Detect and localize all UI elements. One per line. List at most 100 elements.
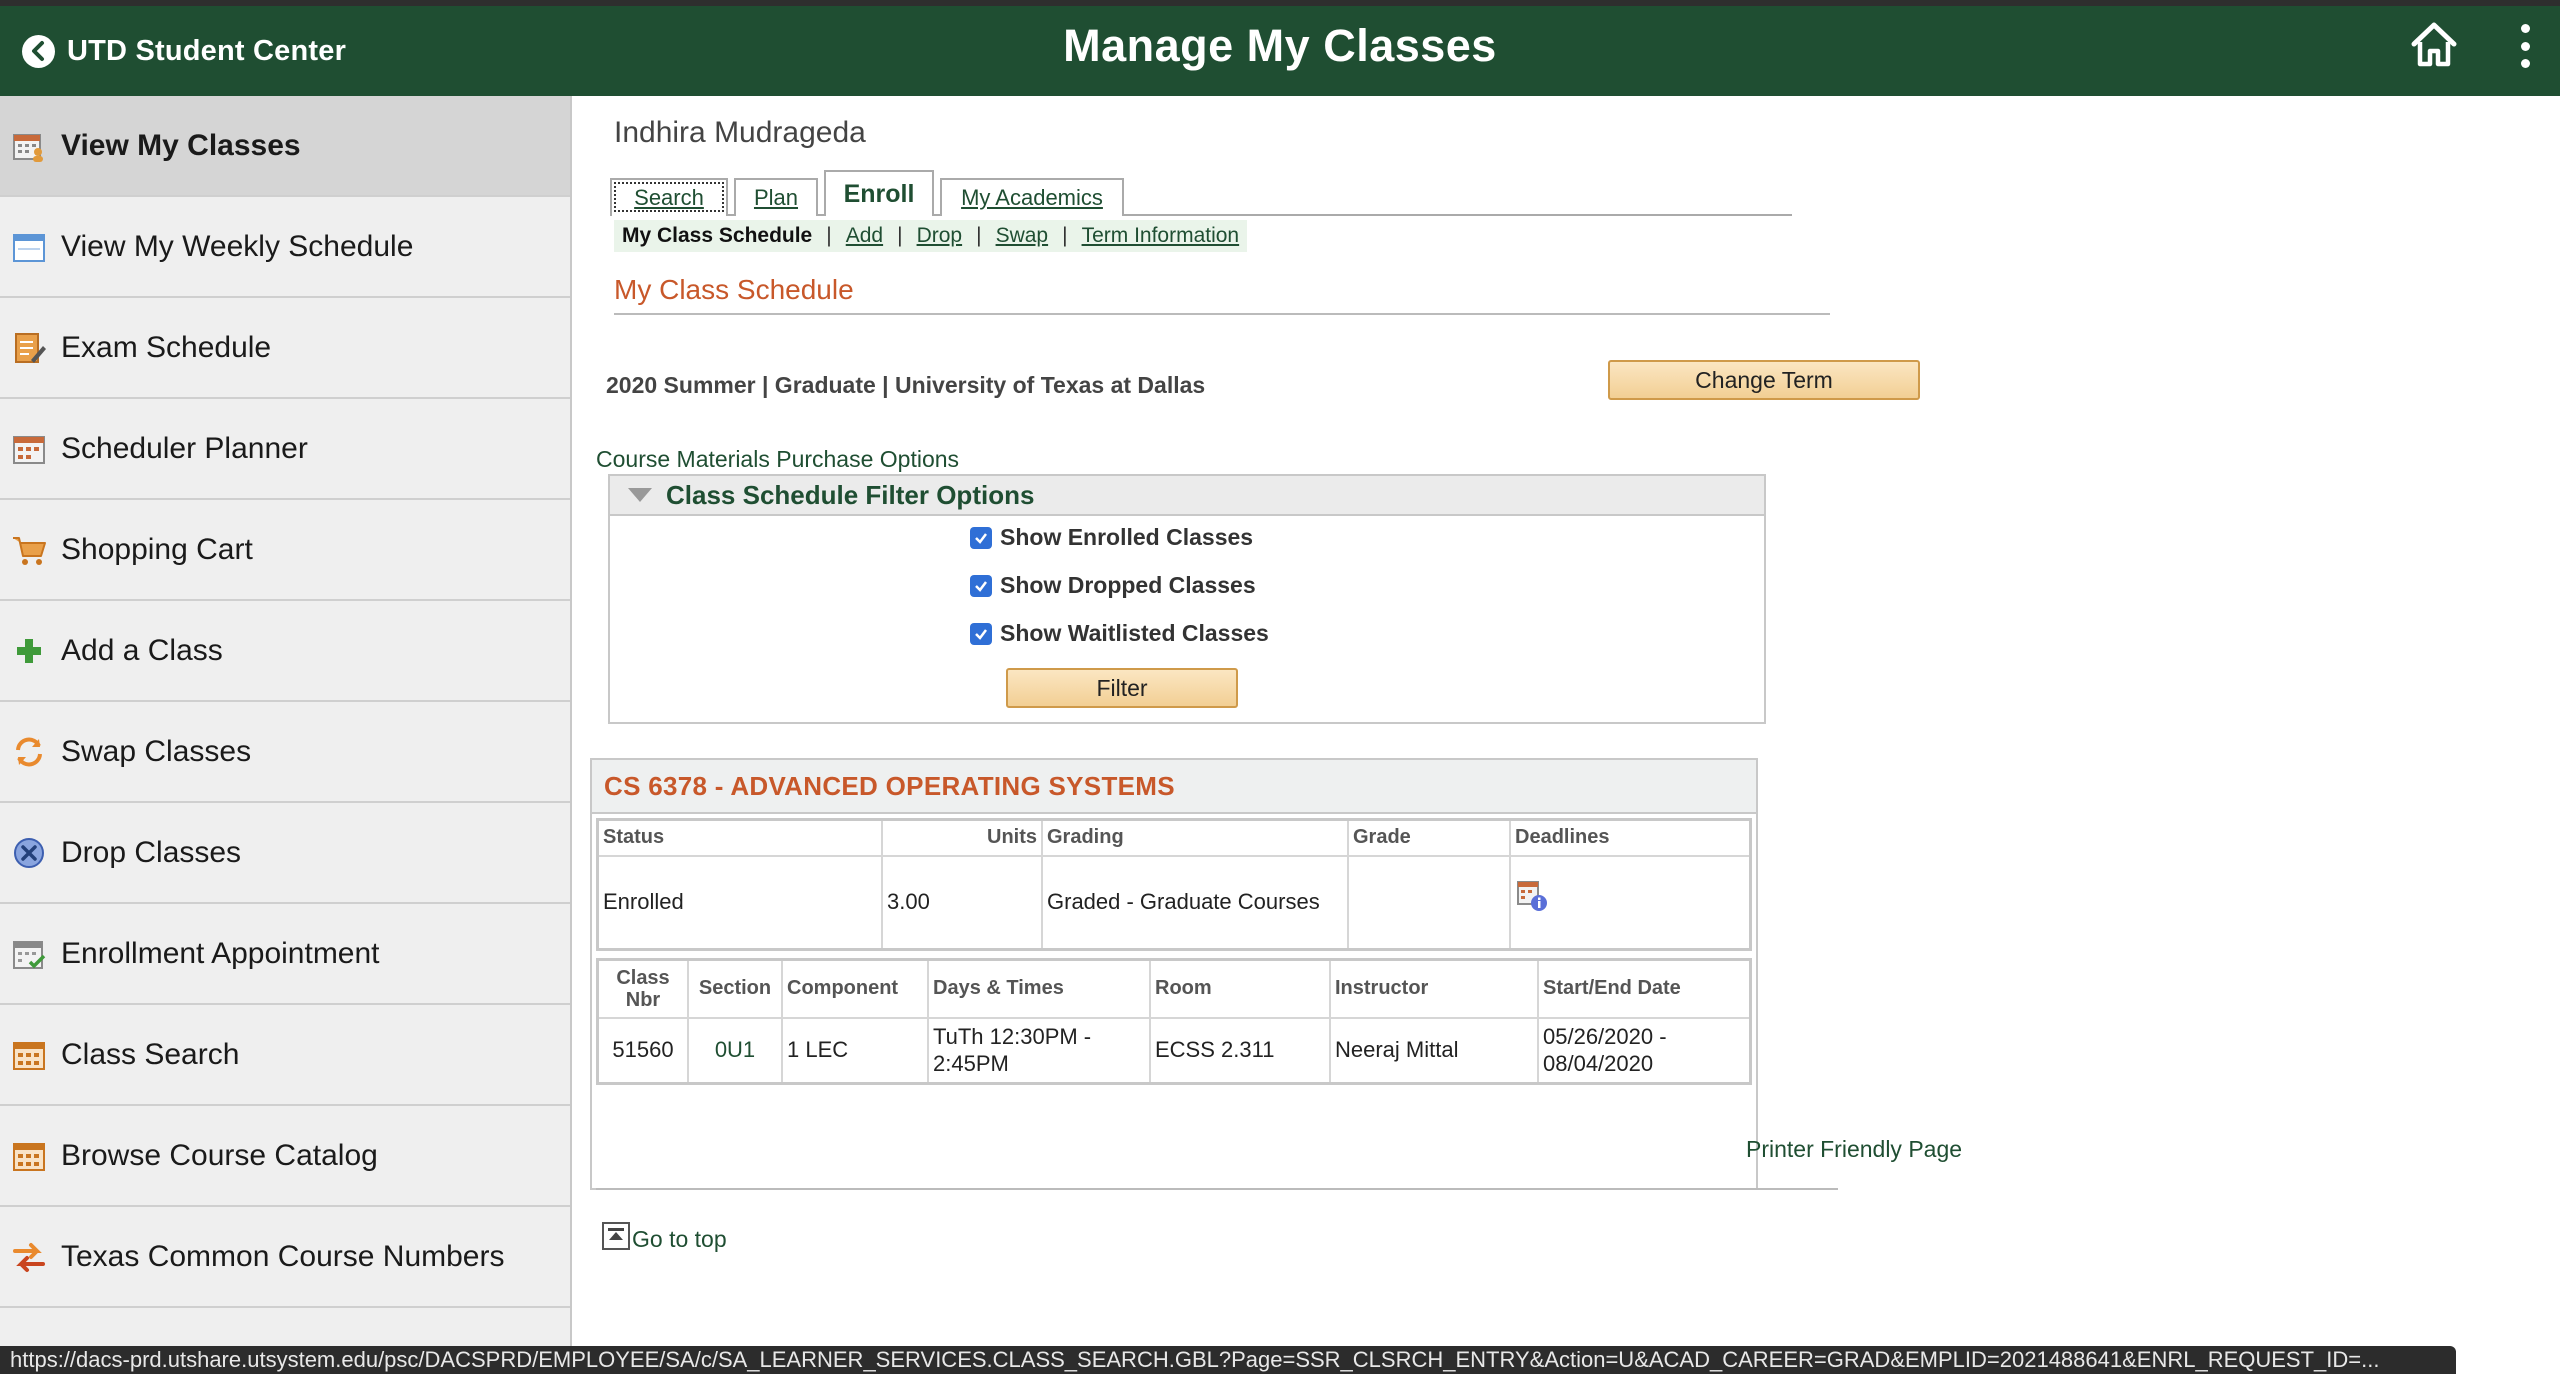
class-nbr-value: 51560: [596, 1016, 689, 1085]
start-end-date-value: 05/26/2020 - 08/04/2020: [1537, 1016, 1752, 1085]
drop-x-icon: [10, 834, 48, 872]
course-summary-table: Status Units Grading Grade Deadlines Enr…: [596, 818, 1752, 951]
deadlines-calendar-icon[interactable]: [1515, 879, 1549, 919]
more-options-button[interactable]: [2510, 20, 2540, 72]
sidebar-item-drop-classes[interactable]: Drop Classes: [0, 803, 570, 904]
sidebar-item-enrollment-appointment[interactable]: Enrollment Appointment: [0, 904, 570, 1005]
sidebar-item-texas-common-course-numbers[interactable]: Texas Common Course Numbers: [0, 1207, 570, 1308]
calendar-grid-icon: [10, 430, 48, 468]
sidebar-item-label: Browse Course Catalog: [61, 1138, 378, 1172]
sidebar-item-label: Class Search: [61, 1037, 240, 1071]
subtab-separator: |: [976, 224, 982, 247]
term-info: 2020 Summer | Graduate | University of T…: [606, 372, 1206, 398]
col-header-grade: Grade: [1347, 818, 1511, 857]
tab-search[interactable]: Search: [610, 178, 728, 216]
checkbox-waitlisted[interactable]: [970, 622, 992, 645]
grade-value: [1347, 854, 1511, 951]
page-title: Manage My Classes: [1063, 20, 1497, 71]
grading-value: Graded - Graduate Courses: [1041, 854, 1349, 951]
filter-option-dropped: Show Dropped Classes: [970, 572, 1256, 599]
tab-bar: Search Plan Enroll My Academics: [610, 170, 1792, 216]
filter-options-panel: Class Schedule Filter Options Show Enrol…: [608, 474, 1766, 724]
tab-plan[interactable]: Plan: [734, 178, 818, 216]
sidebar-item-view-my-classes[interactable]: View My Classes: [0, 96, 570, 197]
subtab-add[interactable]: Add: [846, 224, 883, 248]
days-times-value: TuTh 12:30PM - 2:45PM: [927, 1016, 1151, 1085]
col-header-component: Component: [781, 958, 929, 1019]
subtab-separator: |: [826, 224, 832, 247]
course-panel: CS 6378 - ADVANCED OPERATING SYSTEMS Sta…: [590, 758, 1758, 1190]
filter-option-waitlisted: Show Waitlisted Classes: [970, 620, 1269, 647]
sidebar-item-view-my-weekly-schedule[interactable]: View My Weekly Schedule: [0, 197, 570, 298]
sidebar-item-add-a-class[interactable]: Add a Class: [0, 601, 570, 702]
sidebar-item-browse-course-catalog[interactable]: Browse Course Catalog: [0, 1106, 570, 1207]
go-to-top-icon: [602, 1222, 630, 1256]
plus-icon: [10, 632, 48, 670]
table-row: 51560 0U1 1 LEC TuTh 12:30PM - 2:45PM EC…: [596, 1016, 1752, 1085]
sidebar-item-label: Swap Classes: [61, 734, 252, 768]
subtab-swap[interactable]: Swap: [996, 224, 1049, 248]
checkbox-label: Show Waitlisted Classes: [1000, 620, 1269, 646]
calendar-person-icon: [10, 127, 48, 165]
sidebar-item-class-search[interactable]: Class Search: [0, 1005, 570, 1106]
home-icon: [2411, 22, 2457, 67]
instructor-value: Neeraj Mittal: [1329, 1016, 1539, 1085]
student-name: Indhira Mudrageda: [614, 116, 866, 149]
change-term-button[interactable]: Change Term: [1608, 360, 1920, 400]
sidebar-item-exam-schedule[interactable]: Exam Schedule: [0, 298, 570, 399]
divider: [596, 1188, 1838, 1190]
col-header-instructor: Instructor: [1329, 958, 1539, 1019]
units-value: 3.00: [881, 854, 1043, 951]
status-value: Enrolled: [596, 854, 883, 951]
notepad-pencil-icon: [10, 329, 48, 367]
divider: [614, 313, 1830, 315]
sidebar-item-label: View My Weekly Schedule: [61, 229, 414, 263]
subtab-my-class-schedule[interactable]: My Class Schedule: [622, 224, 812, 248]
filter-options-header[interactable]: Class Schedule Filter Options: [610, 476, 1764, 516]
table-row: Enrolled 3.00 Graded - Graduate Courses: [596, 854, 1752, 951]
col-header-room: Room: [1149, 958, 1331, 1019]
go-to-top-label: Go to top: [632, 1225, 727, 1252]
subtab-bar: My Class Schedule | Add | Drop | Swap | …: [614, 220, 1248, 252]
sidebar-item-shopping-cart[interactable]: Shopping Cart: [0, 500, 570, 601]
sidebar-item-label: View My Classes: [61, 128, 301, 162]
subtab-term-information[interactable]: Term Information: [1082, 224, 1240, 248]
deadlines-cell: [1509, 854, 1752, 951]
tab-my-academics[interactable]: My Academics: [940, 178, 1124, 216]
status-bar-url: https://dacs-prd.utshare.utsystem.edu/ps…: [0, 1346, 2456, 1374]
col-header-deadlines: Deadlines: [1509, 818, 1752, 857]
course-materials-link[interactable]: Course Materials Purchase Options: [596, 446, 959, 473]
swap-icon: [10, 733, 48, 771]
section-title: My Class Schedule: [614, 274, 854, 305]
checkbox-label: Show Dropped Classes: [1000, 572, 1256, 598]
transfer-arrows-icon: [10, 1238, 48, 1276]
filter-options-title: Class Schedule Filter Options: [666, 479, 1035, 510]
sidebar-item-scheduler-planner[interactable]: Scheduler Planner: [0, 399, 570, 500]
go-to-top-link[interactable]: Go to top: [602, 1222, 727, 1256]
calendar-icon: [10, 228, 48, 266]
tab-enroll[interactable]: Enroll: [824, 170, 934, 216]
sidebar-item-label: Shopping Cart: [61, 532, 253, 566]
col-header-start-end-date: Start/End Date: [1537, 958, 1752, 1019]
filter-button[interactable]: Filter: [1006, 668, 1238, 708]
section-link[interactable]: 0U1: [687, 1016, 783, 1085]
calendar-search-icon: [10, 1036, 48, 1074]
checkbox-dropped[interactable]: [970, 574, 992, 597]
col-header-class-nbr: Class Nbr: [596, 958, 689, 1019]
checkbox-enrolled[interactable]: [970, 526, 992, 549]
shopping-cart-icon: [10, 531, 48, 569]
component-value: 1 LEC: [781, 1016, 929, 1085]
col-header-section: Section: [687, 958, 783, 1019]
sidebar-item-label: Texas Common Course Numbers: [61, 1239, 505, 1273]
sidebar-item-swap-classes[interactable]: Swap Classes: [0, 702, 570, 803]
col-header-status: Status: [596, 818, 883, 857]
subtab-drop[interactable]: Drop: [917, 224, 963, 248]
home-button[interactable]: [2408, 18, 2460, 70]
collapse-triangle-icon: [628, 488, 652, 502]
printer-friendly-link[interactable]: Printer Friendly Page: [1746, 1136, 1962, 1163]
class-sections-table: Class Nbr Section Component Days & Times…: [596, 958, 1752, 1085]
col-header-grading: Grading: [1041, 818, 1349, 857]
calendar-check-icon: [10, 935, 48, 973]
catalog-icon: [10, 1137, 48, 1175]
sidebar-item-label: Exam Schedule: [61, 330, 272, 364]
